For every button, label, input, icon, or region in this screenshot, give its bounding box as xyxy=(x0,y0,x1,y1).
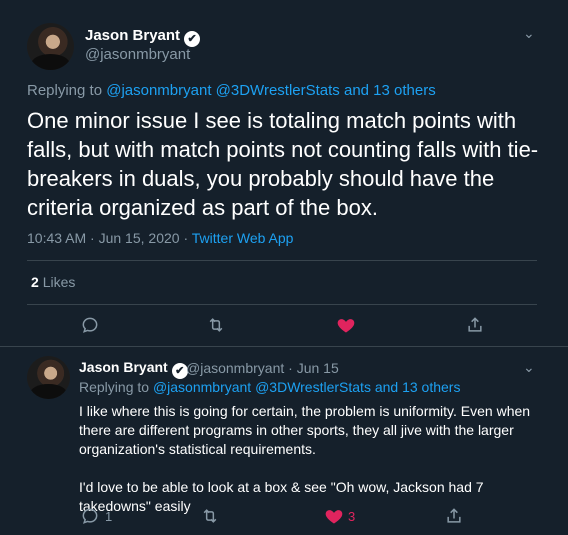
reply-text: I like where this is going for certain, … xyxy=(79,402,549,535)
divider xyxy=(27,260,537,261)
verified-icon: ✔ xyxy=(184,31,201,47)
author-handle[interactable]: @jasonmbryant xyxy=(85,46,190,63)
reply-icon[interactable] xyxy=(79,314,101,336)
like-count: 3 xyxy=(348,509,356,524)
likes-stat[interactable]: 2 Likes xyxy=(31,274,75,290)
share-icon[interactable] xyxy=(443,505,465,527)
divider xyxy=(27,304,537,305)
retweet-icon[interactable] xyxy=(199,505,221,527)
client-link[interactable]: Twitter Web App xyxy=(192,230,294,246)
replying-to: Replying to @jasonmbryant @3DWrestlerSta… xyxy=(27,82,436,99)
avatar[interactable] xyxy=(27,356,70,399)
author-name[interactable]: Jason Bryant ✔ xyxy=(79,359,188,379)
retweet-icon[interactable] xyxy=(205,314,227,336)
replying-mentions-link[interactable]: @jasonmbryant @3DWrestlerStats and 13 ot… xyxy=(106,82,436,99)
replying-to: Replying to @jasonmbryant @3DWrestlerSta… xyxy=(79,379,461,395)
reply-paragraph: I like where this is going for certain, … xyxy=(79,403,531,457)
main-tweet[interactable]: Jason Bryant ✔ @jasonmbryant ⌄ Replying t… xyxy=(0,0,568,347)
reply-count: 1 xyxy=(105,509,113,524)
tweet-text: One minor issue I see is totaling match … xyxy=(27,108,539,220)
author-name[interactable]: Jason Bryant ✔ xyxy=(85,27,201,47)
replying-mentions-link[interactable]: @jasonmbryant @3DWrestlerStats and 13 ot… xyxy=(153,379,461,395)
reply-icon[interactable] xyxy=(79,505,101,527)
tweet-meta: 10:43 AM · Jun 15, 2020 · Twitter Web Ap… xyxy=(27,230,293,246)
reply-paragraph: I'd love to be able to look at a box & s… xyxy=(79,479,484,514)
author-handle-date[interactable]: @jasonmbryant · Jun 15 xyxy=(186,360,339,376)
timestamp-link[interactable]: 10:43 AM · Jun 15, 2020 · xyxy=(27,230,192,246)
chevron-down-icon[interactable]: ⌄ xyxy=(523,359,535,376)
avatar[interactable] xyxy=(27,23,74,70)
chevron-down-icon[interactable]: ⌄ xyxy=(523,25,535,42)
heart-icon[interactable] xyxy=(335,314,357,336)
share-icon[interactable] xyxy=(464,314,486,336)
heart-icon[interactable] xyxy=(323,505,345,527)
